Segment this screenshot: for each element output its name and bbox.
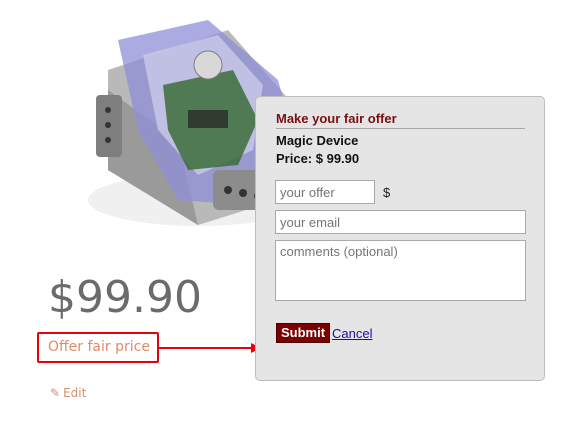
offer-fair-price-link[interactable]: Offer fair price <box>48 339 150 355</box>
dialog-title: Make your fair offer <box>276 111 525 129</box>
cancel-link[interactable]: Cancel <box>332 326 372 341</box>
comments-textarea[interactable] <box>275 240 526 301</box>
submit-button[interactable]: Submit <box>276 323 331 343</box>
dialog-product-price: Price: $ 99.90 <box>276 151 360 166</box>
product-price-large: $99.90 <box>48 272 202 323</box>
offer-input[interactable] <box>275 180 375 204</box>
dialog-product-name: Magic Device <box>276 133 359 148</box>
edit-label: Edit <box>63 386 87 400</box>
fair-offer-dialog: Make your fair offer Magic Device Price:… <box>255 96 545 381</box>
currency-symbol: $ <box>383 185 391 200</box>
edit-link[interactable]: ✎ Edit <box>50 386 86 400</box>
arrow-right-icon <box>159 343 261 353</box>
email-input[interactable] <box>275 210 526 234</box>
pencil-icon: ✎ <box>50 386 61 400</box>
